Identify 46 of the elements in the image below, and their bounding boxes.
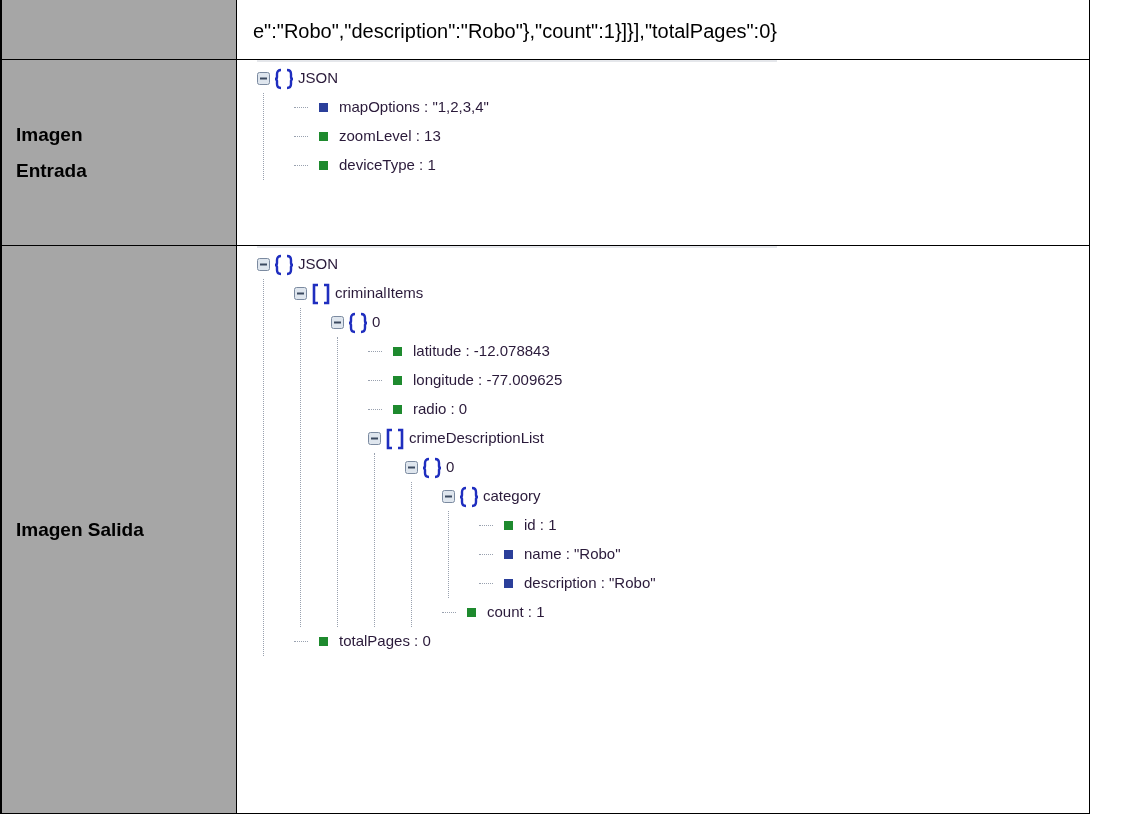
tree-node-label[interactable]: deviceType : 1 <box>339 154 436 177</box>
tree-node-label[interactable]: radio : 0 <box>413 398 468 421</box>
value-type-icon <box>319 637 328 646</box>
tree-node-label[interactable]: id : 1 <box>524 514 557 537</box>
tree-node-label[interactable]: name : "Robo" <box>524 543 621 566</box>
brackets-icon <box>384 427 406 450</box>
braces-icon <box>421 456 443 479</box>
brackets-icon <box>310 282 332 305</box>
collapse-toggle-icon[interactable] <box>257 258 270 271</box>
braces-icon <box>273 253 295 276</box>
tree-node-label[interactable]: category <box>483 485 541 508</box>
tree-node-label[interactable]: longitude : -77.009625 <box>413 369 563 392</box>
value-type-icon <box>467 608 476 617</box>
collapse-toggle-icon[interactable] <box>257 72 270 85</box>
row-label: Imagen Salida <box>16 517 144 542</box>
value-type-icon <box>319 161 328 170</box>
braces-icon <box>273 67 295 90</box>
row-label: Imagen Entrada <box>16 122 87 183</box>
tree-node-label[interactable]: 0 <box>446 456 455 479</box>
tree-node-label[interactable]: latitude : -12.078843 <box>413 340 550 363</box>
tree-node-label[interactable]: totalPages : 0 <box>339 630 431 653</box>
tree-node-label[interactable]: zoomLevel : 13 <box>339 125 441 148</box>
tree-node-label[interactable]: 0 <box>372 311 381 334</box>
value-type-icon <box>504 579 513 588</box>
tree-node-label[interactable]: JSON <box>298 67 338 90</box>
tree-node-label[interactable]: count : 1 <box>487 601 545 624</box>
value-type-icon <box>393 405 402 414</box>
value-type-icon <box>319 132 328 141</box>
braces-icon <box>347 311 369 334</box>
json-text: e":"Robo","description":"Robo"},"count":1}]}],"totalPages":0} <box>253 19 778 44</box>
tree-node-label[interactable]: crimeDescriptionList <box>409 427 545 450</box>
tree-node-label[interactable]: description : "Robo" <box>524 572 656 595</box>
collapse-toggle-icon[interactable] <box>331 316 344 329</box>
tree-node-label[interactable]: mapOptions : "1,2,3,4" <box>339 96 489 119</box>
tree-node-label[interactable]: criminalItems <box>335 282 424 305</box>
collapse-toggle-icon[interactable] <box>368 432 381 445</box>
collapse-toggle-icon[interactable] <box>442 490 455 503</box>
value-type-icon <box>319 103 328 112</box>
tree-node-label[interactable]: JSON <box>298 253 338 276</box>
value-type-icon <box>504 550 513 559</box>
value-type-icon <box>504 521 513 530</box>
collapse-toggle-icon[interactable] <box>294 287 307 300</box>
collapse-toggle-icon[interactable] <box>405 461 418 474</box>
value-type-icon <box>393 347 402 356</box>
value-type-icon <box>393 376 402 385</box>
braces-icon <box>458 485 480 508</box>
